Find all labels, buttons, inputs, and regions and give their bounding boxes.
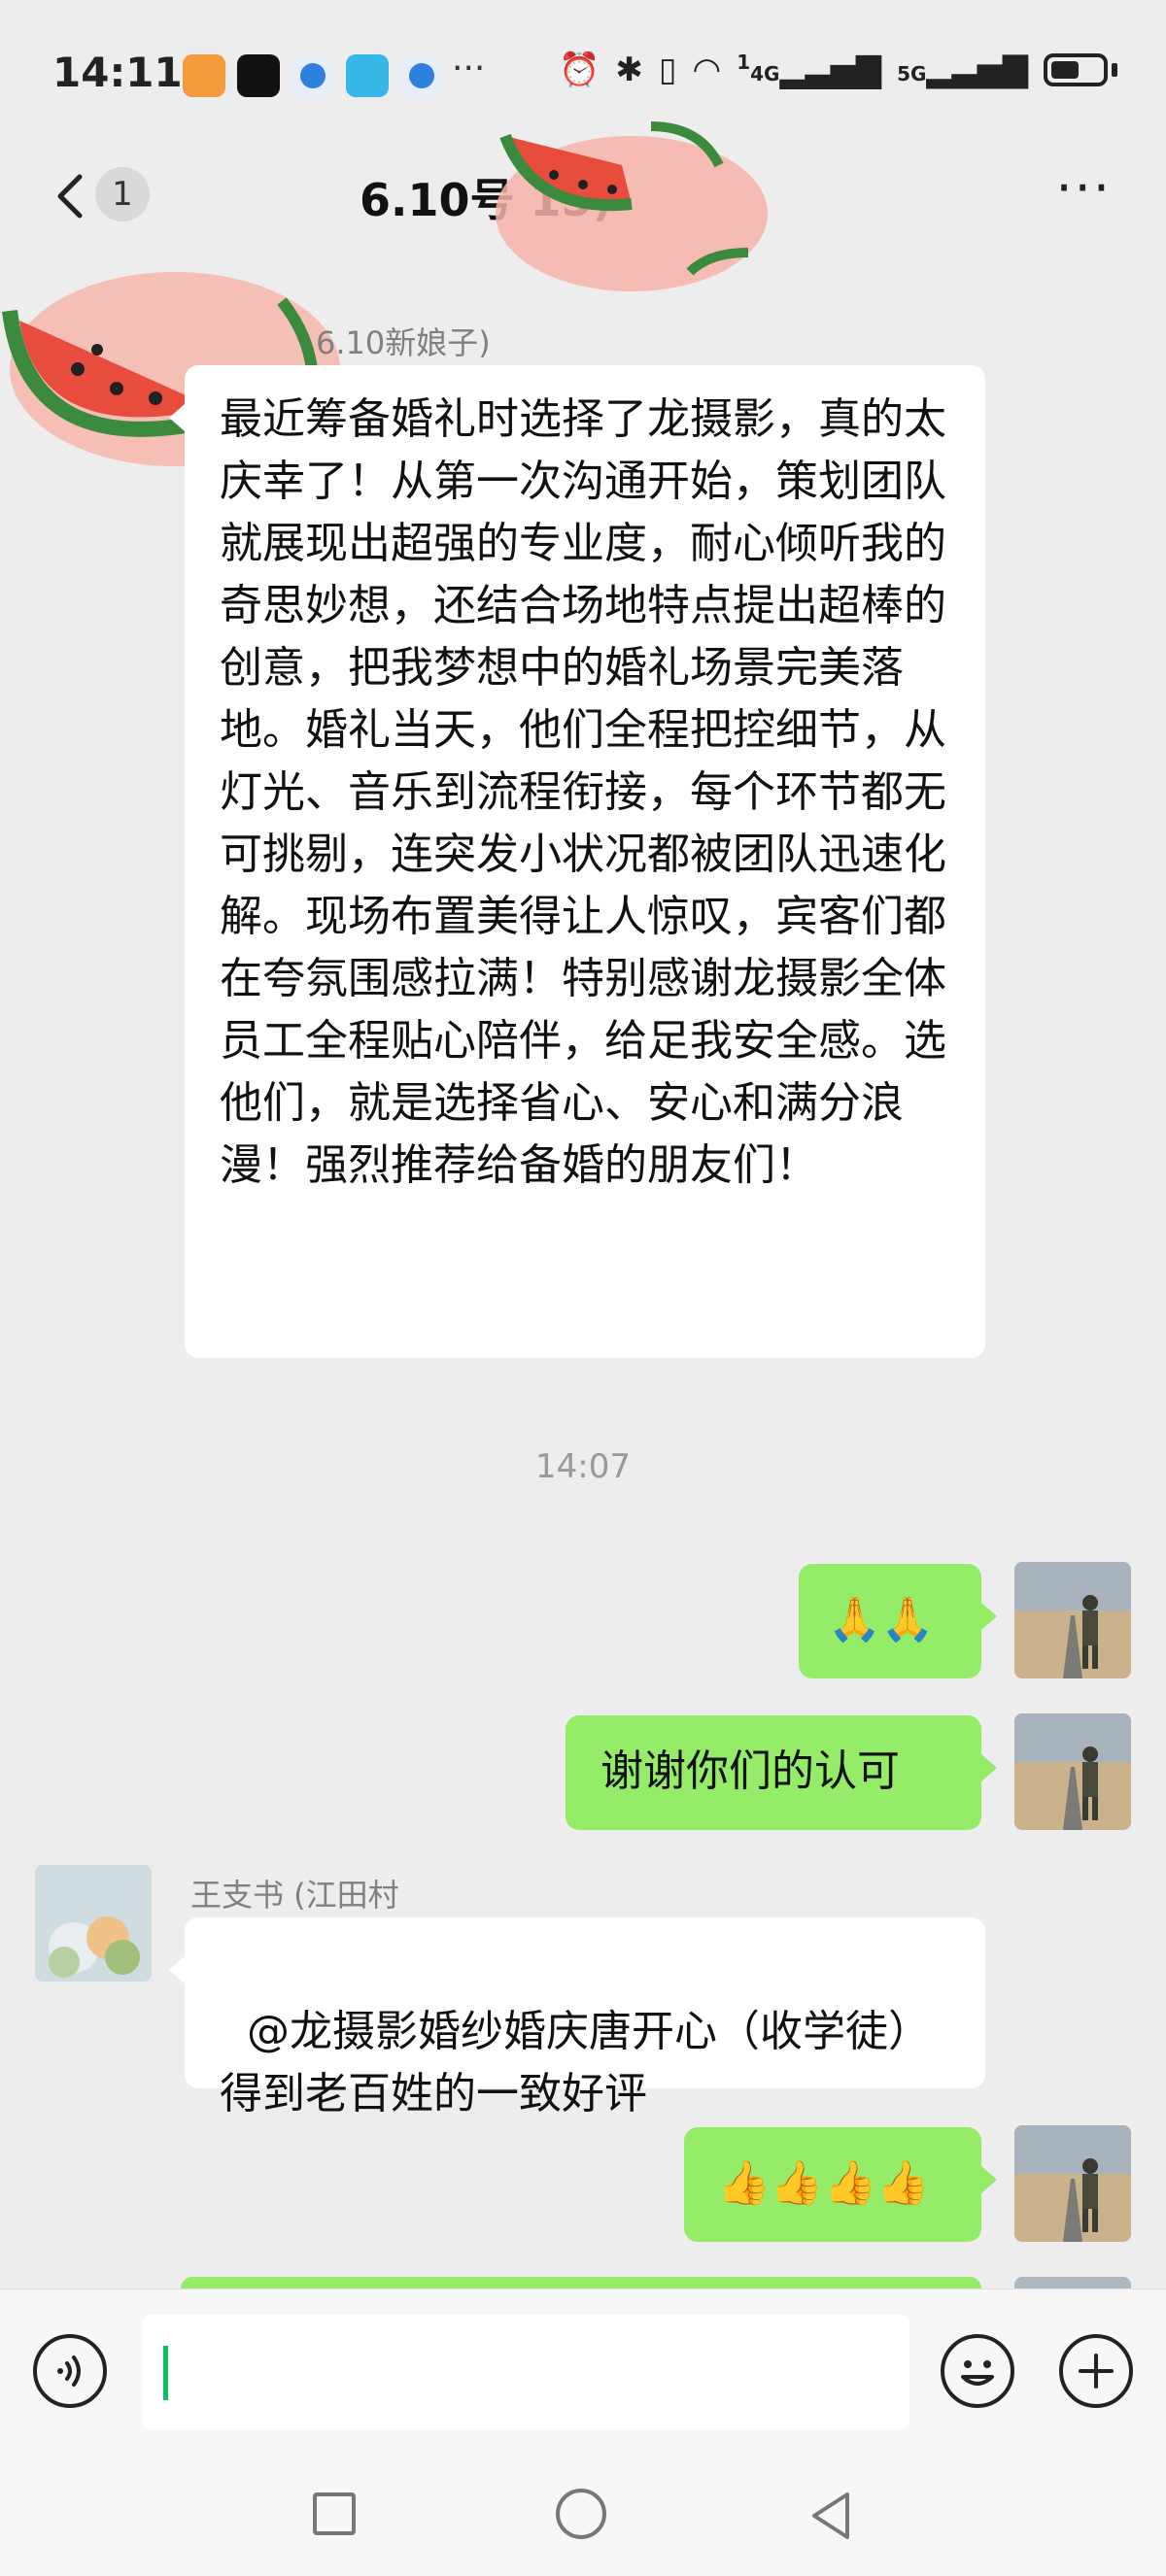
message-bubble[interactable]: 最近筹备婚礼时选择了龙摄影，真的太庆幸了！从第一次沟通开始，策划团队就展现出超强… [169, 365, 985, 1358]
battery-tip [1112, 63, 1117, 78]
browser-app-icon [292, 54, 334, 97]
vibrate-icon: ▯ [658, 51, 677, 90]
message-text: @龙摄影婚纱婚庆唐开心（收学徒） 得到老百姓的一致好评 [220, 2007, 931, 2118]
self-avatar[interactable] [1014, 1713, 1131, 1830]
contact-avatar[interactable] [35, 1865, 152, 1982]
plus-icon[interactable] [1059, 2334, 1133, 2408]
text-caret [163, 2346, 168, 2400]
message-text: 谢谢你们的认可 [600, 1746, 900, 1796]
emoji-icon[interactable] [941, 2334, 1014, 2408]
back-nav-icon[interactable] [806, 2489, 855, 2543]
reader-app-icon [346, 54, 389, 97]
back-arrow-icon[interactable] [43, 167, 101, 225]
battery-icon [1044, 53, 1108, 87]
message-timestamp: 14:07 [535, 1447, 631, 1486]
capcut-app-icon [237, 54, 280, 97]
system-nav-bar [0, 2454, 1166, 2576]
message-text: 🙏🙏 [828, 1595, 935, 1644]
sender-name: 6.10新娘子) [316, 324, 491, 361]
more-notifications-icon: ··· [452, 49, 486, 88]
signal-5g-icon: 5G▂▃▅▇ [897, 51, 1028, 90]
message-input[interactable] [142, 2315, 909, 2429]
shield-app-icon [183, 54, 225, 97]
unread-badge[interactable]: 1 [95, 167, 150, 221]
self-avatar[interactable] [1014, 1562, 1131, 1678]
message-bubble-self[interactable]: 谢谢你们的认可 [566, 1715, 997, 1830]
chat-input-bar [0, 2288, 1166, 2455]
sender-name: 王支书 (江田村 [190, 1877, 399, 1914]
more-options-icon[interactable]: ··· [1056, 157, 1113, 219]
hotspot-icon: ◠ [692, 51, 722, 90]
home-icon[interactable] [556, 2489, 606, 2539]
message-bubble[interactable]: @龙摄影婚纱婚庆唐开心（收学徒） 得到老百姓的一致好评 [169, 1917, 985, 2118]
alarm-icon: ⏰ [558, 51, 600, 90]
message-bubble-self[interactable]: 🙏🙏 [799, 1564, 997, 1678]
status-time: 14:11 [52, 49, 183, 96]
signal-4g-icon: 14G▂▃▅▇ [737, 51, 882, 90]
bluetooth-icon: ✱ [615, 51, 643, 90]
message-text: 最近筹备婚礼时选择了龙摄影，真的太庆幸了！从第一次沟通开始，策划团队就展现出超强… [220, 394, 946, 1190]
message-text: 👍👍👍👍 [717, 2158, 931, 2208]
self-avatar[interactable] [1014, 2125, 1131, 2242]
browser-app-icon-2 [400, 54, 443, 97]
voice-icon[interactable] [33, 2334, 107, 2408]
status-indicators: ⏰ ✱ ▯ ◠ 14G▂▃▅▇ 5G▂▃▅▇ [559, 51, 1117, 89]
message-bubble-self[interactable]: 👍👍👍👍 [684, 2127, 997, 2242]
watermelon-sticker [496, 121, 768, 291]
recents-icon[interactable] [313, 2492, 356, 2535]
